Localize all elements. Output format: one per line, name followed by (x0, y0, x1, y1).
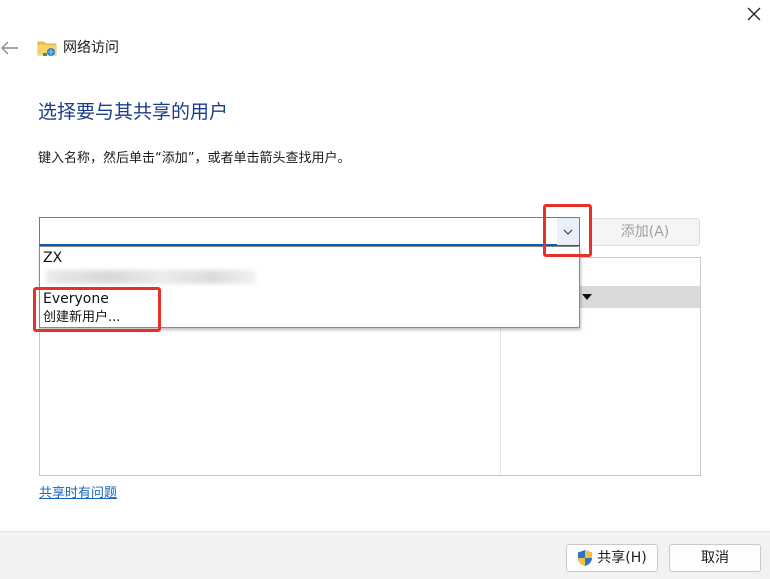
dropdown-item-create-user[interactable]: 创建新用户... (43, 309, 120, 327)
user-dropdown-list[interactable]: ZX Everyone 创建新用户... (39, 246, 580, 328)
uac-shield-icon (578, 550, 593, 566)
close-icon (747, 7, 761, 21)
page-heading: 选择要与其共享的用户 (38, 101, 229, 123)
share-button[interactable]: 共享(H) (566, 544, 658, 572)
back-arrow-icon (1, 41, 18, 55)
combobox-dropdown-button[interactable] (557, 218, 579, 245)
close-button[interactable] (742, 2, 766, 26)
cancel-button[interactable]: 取消 (669, 544, 761, 572)
blurred-user-item[interactable] (46, 270, 256, 284)
network-folder-icon (37, 39, 57, 57)
window-title: 网络访问 (63, 40, 119, 56)
back-button[interactable] (0, 38, 20, 58)
dropdown-item-everyone[interactable]: Everyone (43, 290, 109, 308)
sharing-help-link[interactable]: 共享时有问题 (39, 485, 117, 503)
share-button-label: 共享(H) (597, 550, 647, 566)
permission-dropdown-arrow-icon[interactable] (582, 294, 592, 300)
dropdown-item-zx[interactable]: ZX (43, 249, 62, 267)
instruction-text: 键入名称，然后单击“添加”，或者单击箭头查找用户。 (38, 151, 351, 166)
user-name-input[interactable] (44, 221, 548, 243)
user-name-combobox[interactable] (39, 217, 580, 246)
chevron-down-icon (563, 229, 573, 235)
add-button[interactable]: 添加(A) (590, 218, 700, 246)
